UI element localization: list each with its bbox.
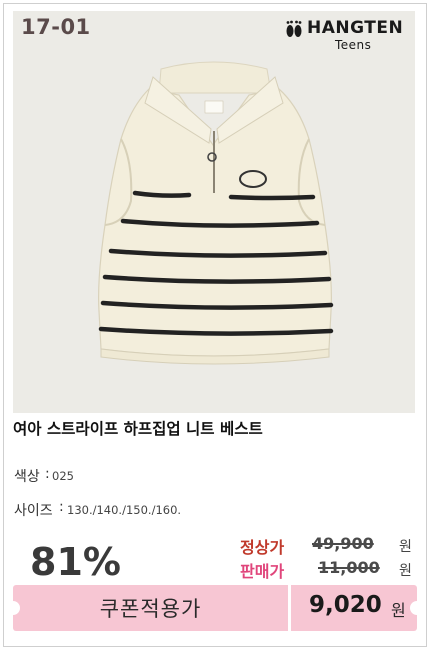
- sale-price-label: 판매가: [240, 562, 285, 581]
- size-value: 130./140./150./160.: [67, 503, 182, 517]
- product-image[interactable]: 17-01 HANGTEN Teens: [13, 11, 415, 413]
- coupon-label-box: 쿠폰적용가: [6, 585, 288, 631]
- regular-price-value: 49,900: [312, 534, 374, 553]
- ticket-notch: [410, 601, 424, 615]
- coupon-label: 쿠폰적용가: [99, 597, 202, 621]
- coupon-price-banner[interactable]: 쿠폰적용가 9,020 원: [6, 585, 424, 631]
- size-label: 사이즈: [14, 503, 53, 519]
- coupon-price: 9,020: [309, 592, 382, 618]
- brand-logo: HANGTEN Teens: [283, 17, 403, 57]
- knit-vest-illustration: [98, 61, 334, 365]
- coupon-price-box: 9,020 원: [291, 585, 424, 631]
- coupon-price-unit: 원: [391, 601, 406, 620]
- discount-rate: 81%: [30, 540, 121, 584]
- regular-price-label: 정상가: [240, 538, 285, 557]
- product-code: 17-01: [21, 15, 91, 39]
- color-label: 색상: [14, 469, 40, 485]
- brand-name: HANGTEN: [307, 18, 404, 38]
- product-title[interactable]: 여아 스트라이프 하프집업 니트 베스트: [13, 417, 263, 439]
- sale-price-unit: 원: [399, 563, 412, 579]
- color-separator: :: [45, 466, 50, 482]
- regular-price-unit: 원: [399, 539, 412, 555]
- color-value: 025: [52, 469, 74, 483]
- brand-sub: Teens: [335, 38, 372, 52]
- size-separator: :: [59, 499, 64, 515]
- footprints-icon: [286, 20, 302, 37]
- sale-price-value: 11,000: [318, 558, 380, 577]
